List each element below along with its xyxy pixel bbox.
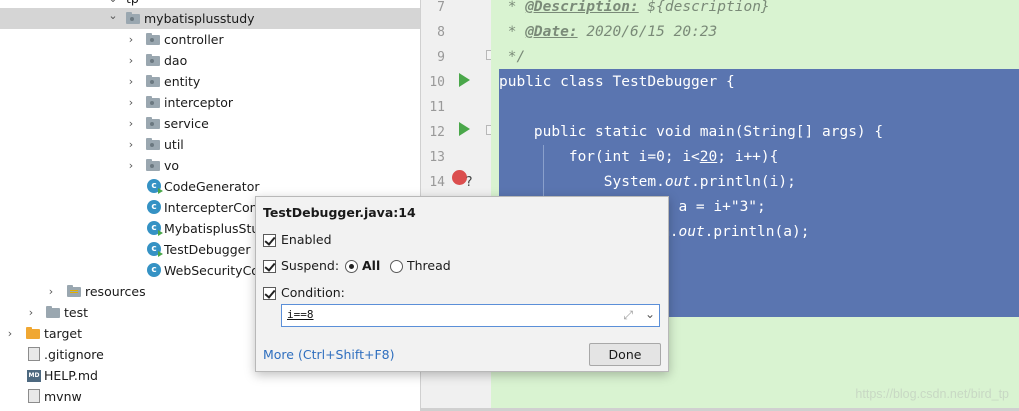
condition-label[interactable]: Condition:: [281, 285, 345, 301]
condition-input[interactable]: i==8 ⤢ ⌄: [281, 304, 660, 327]
code-line-13: for(int i=0; i<20; i++){: [499, 149, 779, 165]
line-number: 14: [429, 175, 445, 190]
chevron-right-icon[interactable]: ›: [126, 71, 136, 92]
code-line-9: */: [499, 49, 526, 65]
watermark: https://blog.csdn.net/bird_tp: [855, 387, 1009, 401]
package-icon: [146, 96, 160, 108]
suspend-thread-label[interactable]: Thread: [407, 258, 451, 274]
tree-item-codegenerator[interactable]: c CodeGenerator: [0, 176, 420, 197]
condition-value: i==8: [287, 308, 314, 321]
chevron-right-icon[interactable]: ›: [126, 155, 136, 176]
line-number: 12: [429, 125, 445, 140]
line-number: 7: [437, 0, 445, 15]
done-button[interactable]: Done: [589, 343, 661, 366]
chevron-right-icon[interactable]: ›: [5, 323, 15, 344]
java-class-icon: c: [147, 242, 163, 257]
breakpoint-popup: TestDebugger.java:14 Enabled Suspend: Al…: [255, 196, 669, 372]
package-icon: [146, 54, 160, 66]
tree-item-mvnw[interactable]: mvnw: [0, 386, 420, 407]
tree-item-mybatisplusstudy[interactable]: ⌄ mybatisplusstudy: [0, 8, 420, 29]
line-number: 13: [429, 150, 445, 165]
chevron-down-icon[interactable]: ⌄: [108, 5, 118, 26]
resources-folder-icon: [67, 285, 81, 297]
more-link[interactable]: More (Ctrl+Shift+F8): [263, 347, 394, 362]
tree-item-service[interactable]: › service: [0, 113, 420, 134]
line-number: 11: [429, 100, 445, 115]
code-line-14: System.out.println(i);: [499, 174, 796, 190]
chevron-right-icon[interactable]: ›: [126, 29, 136, 50]
line-number: 9: [437, 50, 445, 65]
package-icon: [146, 75, 160, 87]
markdown-file-icon: MD: [27, 370, 41, 382]
suspend-checkbox[interactable]: [263, 260, 276, 273]
chevron-right-icon[interactable]: ›: [26, 302, 36, 323]
java-class-icon: c: [147, 200, 161, 214]
suspend-thread-radio[interactable]: [390, 260, 403, 273]
enabled-checkbox[interactable]: [263, 234, 276, 247]
line-number: 8: [437, 25, 445, 40]
run-icon[interactable]: [459, 122, 470, 136]
chevron-right-icon[interactable]: ›: [46, 281, 56, 302]
package-icon: [146, 33, 160, 45]
excluded-folder-icon: [26, 327, 40, 339]
run-icon[interactable]: [459, 73, 470, 87]
folder-icon: [46, 306, 60, 318]
tree-item-interceptor[interactable]: › interceptor: [0, 92, 420, 113]
code-line-7: * @Description: ${description}: [499, 0, 770, 15]
java-class-icon: c: [147, 221, 163, 236]
enabled-label[interactable]: Enabled: [281, 232, 332, 248]
chevron-right-icon[interactable]: ›: [126, 92, 136, 113]
tree-item-entity[interactable]: › entity: [0, 71, 420, 92]
condition-checkbox[interactable]: [263, 287, 276, 300]
code-line-12: public static void main(String[] args) {: [499, 124, 884, 140]
suspend-label[interactable]: Suspend:: [281, 258, 339, 274]
suspend-all-radio[interactable]: [345, 260, 358, 273]
java-class-icon: c: [147, 263, 161, 277]
popup-title: TestDebugger.java:14: [263, 205, 416, 220]
tree-item-dao[interactable]: › dao: [0, 50, 420, 71]
java-class-icon: c: [147, 179, 163, 194]
expand-icon[interactable]: ⤢: [623, 308, 633, 323]
file-icon: [28, 347, 40, 361]
breakpoint-condition-mark: ?: [465, 175, 473, 190]
code-line-15: g a = i+"3";: [661, 199, 766, 215]
chevron-right-icon[interactable]: ›: [126, 134, 136, 155]
suspend-all-label[interactable]: All: [362, 258, 380, 274]
code-line-10: public class TestDebugger {: [499, 74, 735, 90]
tree-item-controller[interactable]: › controller: [0, 29, 420, 50]
tree-item-vo[interactable]: › vo: [0, 155, 420, 176]
code-line-16: m.out.println(a);: [661, 224, 810, 240]
package-icon: [146, 138, 160, 150]
package-icon: [126, 12, 140, 24]
chevron-down-icon[interactable]: ⌄: [645, 307, 655, 321]
chevron-right-icon[interactable]: ›: [126, 113, 136, 134]
line-number: 10: [429, 75, 445, 90]
package-icon: [146, 117, 160, 129]
package-icon: [146, 159, 160, 171]
chevron-right-icon[interactable]: ›: [126, 50, 136, 71]
code-line-8: * @Date: 2020/6/15 20:23: [499, 24, 718, 40]
file-icon: [28, 389, 40, 403]
tree-item-util[interactable]: › util: [0, 134, 420, 155]
